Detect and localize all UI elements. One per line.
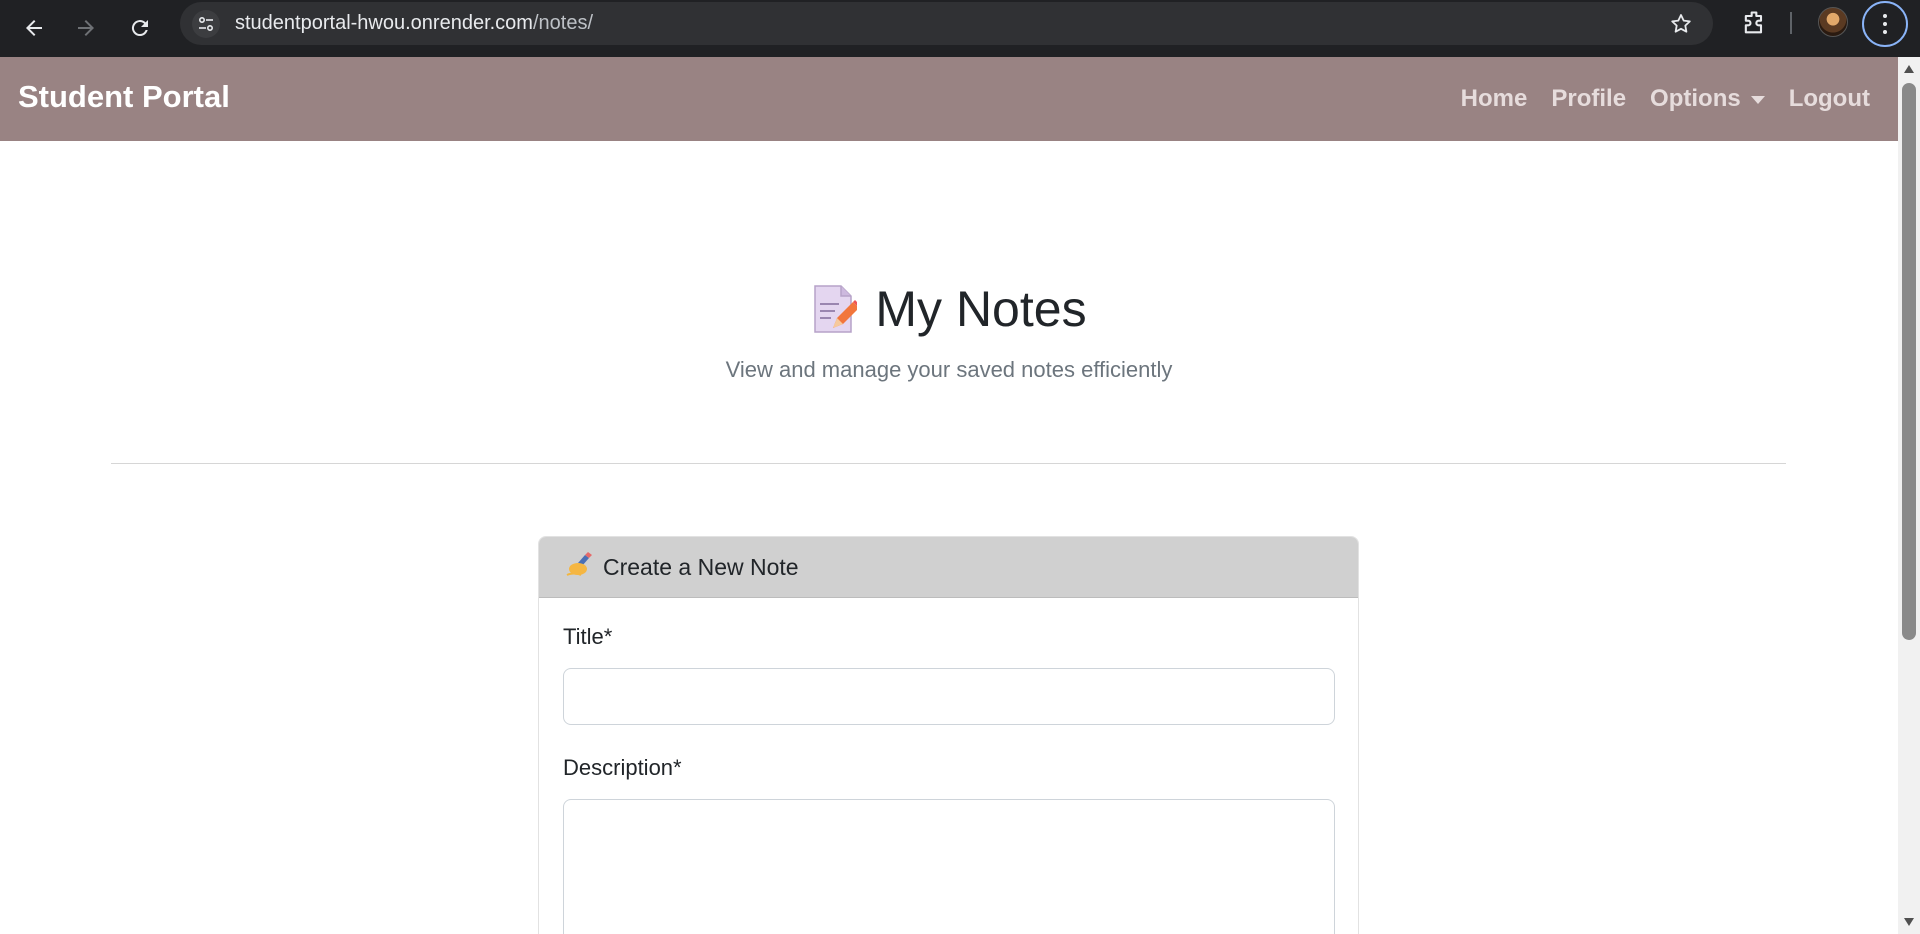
scrollbar-thumb[interactable] bbox=[1902, 83, 1916, 640]
arrow-right-icon bbox=[78, 20, 94, 36]
caret-down-icon bbox=[1750, 96, 1765, 104]
brand-logo[interactable]: Student Portal bbox=[18, 79, 230, 115]
nav-link-logout[interactable]: Logout bbox=[1789, 85, 1870, 113]
card-header: Create a New Note bbox=[539, 537, 1358, 598]
arrow-left-icon bbox=[26, 20, 42, 36]
site-navbar: Student Portal Home Profile Options Logo… bbox=[0, 57, 1898, 141]
nav-links: Home Profile Options Logout bbox=[1461, 85, 1870, 113]
bookmark-star-icon[interactable] bbox=[1669, 12, 1693, 41]
browser-menu-button[interactable] bbox=[1862, 1, 1908, 47]
section-divider bbox=[111, 463, 1786, 464]
back-button[interactable] bbox=[14, 8, 54, 48]
nav-link-home[interactable]: Home bbox=[1461, 85, 1528, 113]
page-scrollbar[interactable] bbox=[1898, 57, 1920, 934]
reload-button[interactable] bbox=[120, 8, 160, 48]
reload-icon bbox=[131, 20, 148, 37]
card-title: Create a New Note bbox=[603, 553, 799, 580]
description-textarea[interactable] bbox=[563, 799, 1335, 934]
url-text[interactable]: studentportal-hwou.onrender.com/notes/ bbox=[235, 12, 593, 35]
memo-icon bbox=[811, 284, 862, 334]
writing-hand-icon bbox=[565, 551, 595, 583]
scroll-up-arrow-icon[interactable] bbox=[1904, 65, 1914, 73]
description-label: Description* bbox=[563, 755, 682, 780]
more-vert-icon bbox=[1883, 12, 1887, 36]
title-input[interactable] bbox=[563, 668, 1335, 725]
site-info-icon[interactable] bbox=[192, 10, 220, 38]
page-subtitle: View and manage your saved notes efficie… bbox=[725, 357, 1173, 382]
title-label: Title* bbox=[563, 624, 613, 649]
extensions-puzzle-icon[interactable] bbox=[1740, 9, 1768, 37]
create-note-card: Create a New Note Title* Description* bbox=[538, 536, 1359, 934]
toolbar-separator bbox=[1790, 12, 1792, 34]
nav-dropdown-options[interactable]: Options bbox=[1650, 85, 1765, 113]
profile-avatar[interactable] bbox=[1818, 7, 1848, 37]
browser-toolbar: studentportal-hwou.onrender.com/notes/ bbox=[0, 0, 1920, 57]
page-title: My Notes bbox=[811, 280, 1087, 338]
note-form: Title* Description* bbox=[539, 598, 1358, 934]
page-header: My Notes View and manage your saved note… bbox=[0, 280, 1898, 383]
nav-link-options-label: Options bbox=[1650, 85, 1741, 112]
url-path: /notes/ bbox=[532, 12, 594, 34]
forward-button[interactable] bbox=[66, 8, 106, 48]
page-title-text: My Notes bbox=[875, 281, 1087, 337]
address-bar[interactable]: studentportal-hwou.onrender.com/notes/ bbox=[180, 2, 1713, 45]
url-host: studentportal-hwou.onrender.com bbox=[235, 12, 533, 34]
scroll-down-arrow-icon[interactable] bbox=[1904, 918, 1914, 926]
nav-link-profile[interactable]: Profile bbox=[1551, 85, 1626, 113]
